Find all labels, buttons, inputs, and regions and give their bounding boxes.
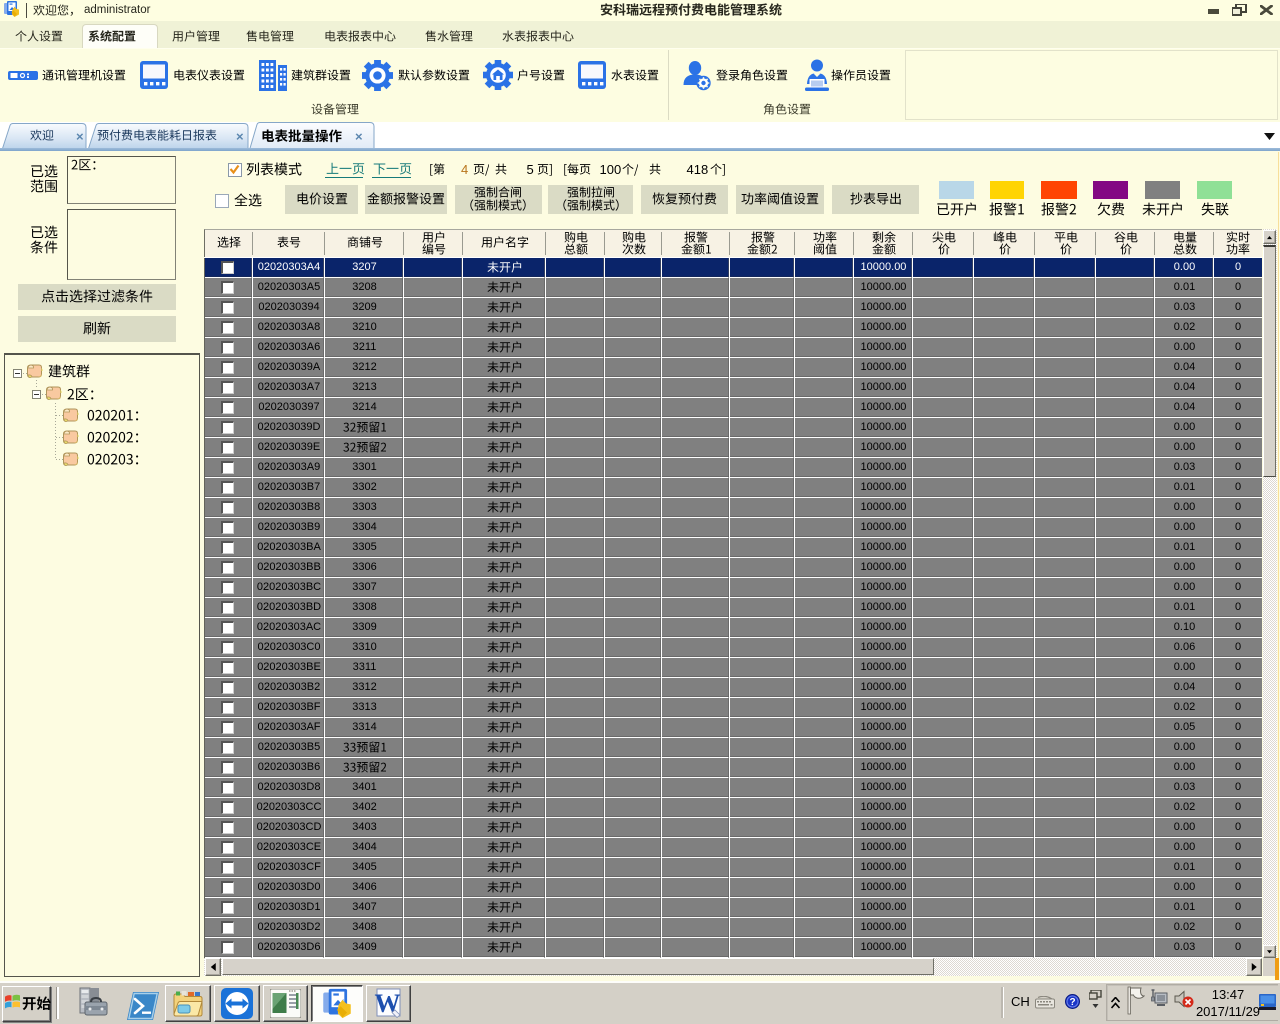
svg-text:?: ? bbox=[1069, 997, 1075, 1008]
